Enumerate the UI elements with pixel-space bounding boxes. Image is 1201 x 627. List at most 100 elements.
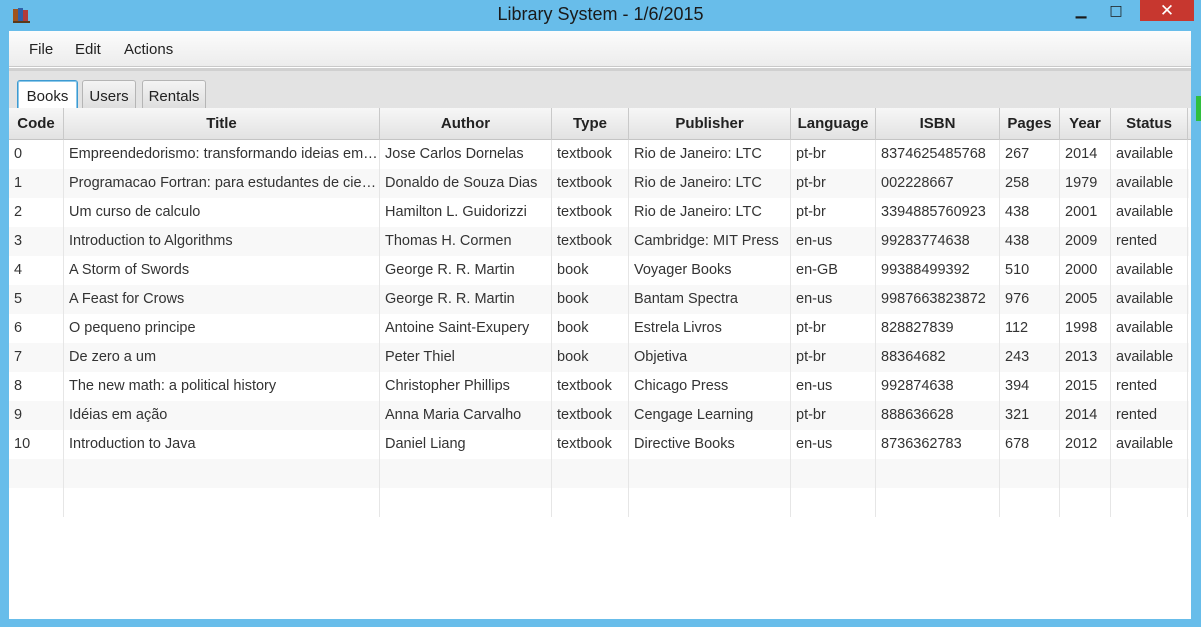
- table-row[interactable]: 1 Programacao Fortran: para estudantes de…: [9, 169, 1189, 198]
- cell-title: Um curso de calculo: [64, 198, 380, 227]
- empty-cell: [64, 459, 380, 488]
- column-header-author[interactable]: Author: [380, 108, 552, 140]
- cell-title: De zero a um: [64, 343, 380, 372]
- empty-row: [9, 459, 1189, 488]
- table-row[interactable]: 0 Empreendedorismo: transformando ideias …: [9, 140, 1189, 169]
- column-header-isbn[interactable]: ISBN: [876, 108, 1000, 140]
- cell-language: pt-br: [791, 343, 876, 372]
- cell-publisher: Cambridge: MIT Press: [629, 227, 791, 256]
- cell-status: available: [1111, 198, 1188, 227]
- empty-cell: [629, 488, 791, 517]
- cell-isbn: 9987663823872: [876, 285, 1000, 314]
- table-row[interactable]: 7 De zero a um Peter Thiel book Objetiva pt-b…: [9, 343, 1189, 372]
- cell-year: 2014: [1060, 140, 1111, 169]
- cell-language: en-us: [791, 430, 876, 459]
- cell-pages: 267: [1000, 140, 1060, 169]
- empty-cell: [876, 488, 1000, 517]
- cell-language: en-GB: [791, 256, 876, 285]
- tab-books[interactable]: Books: [17, 80, 78, 111]
- cell-language: pt-br: [791, 169, 876, 198]
- table-row[interactable]: 6O pequeno principe Antoine Saint-Exupery…: [9, 314, 1189, 343]
- cell-type: textbook: [552, 169, 629, 198]
- cell-year: 2012: [1060, 430, 1111, 459]
- table-row[interactable]: 4A Storm of Swords George R. R. Martin boo…: [9, 256, 1189, 285]
- empty-cell: [1111, 459, 1188, 488]
- cell-title: Programacao Fortran: para estudantes de …: [64, 169, 380, 198]
- cell-status: available: [1111, 343, 1188, 372]
- menu-actions[interactable]: Actions: [124, 41, 173, 58]
- cell-title: O pequeno principe: [64, 314, 380, 343]
- cell-status: available: [1111, 140, 1188, 169]
- cell-type: textbook: [552, 140, 629, 169]
- cell-status: rented: [1111, 401, 1188, 430]
- cell-year: 1979: [1060, 169, 1111, 198]
- cell-isbn: 3394885760923: [876, 198, 1000, 227]
- cell-isbn: 002228667: [876, 169, 1000, 198]
- cell-pages: 321: [1000, 401, 1060, 430]
- cell-publisher: Rio de Janeiro: LTC: [629, 140, 791, 169]
- maximize-button[interactable]: □: [1099, 0, 1133, 21]
- table-row[interactable]: 8 The new math: a political history Christ…: [9, 372, 1189, 401]
- empty-cell: [380, 488, 552, 517]
- cell-publisher: Rio de Janeiro: LTC: [629, 198, 791, 227]
- table-row[interactable]: 5A Feast for Crows George R. R. Martin boo…: [9, 285, 1189, 314]
- cell-year: 1998: [1060, 314, 1111, 343]
- table-row[interactable]: 9 Idéias em ação Anna Maria Carvalho textbo…: [9, 401, 1189, 430]
- close-button[interactable]: ✕: [1140, 0, 1194, 21]
- cell-author: Christopher Phillips: [380, 372, 552, 401]
- cell-type: textbook: [552, 372, 629, 401]
- cell-status: rented: [1111, 227, 1188, 256]
- cell-language: pt-br: [791, 198, 876, 227]
- cell-publisher: Objetiva: [629, 343, 791, 372]
- window-frame-bottom: [0, 619, 1201, 627]
- empty-cell: [1000, 488, 1060, 517]
- menu-bar: File Edit Actions: [9, 31, 1191, 67]
- cell-type: textbook: [552, 401, 629, 430]
- cell-language: pt-br: [791, 314, 876, 343]
- cell-code: 2: [9, 198, 64, 227]
- cell-pages: 438: [1000, 198, 1060, 227]
- column-header-publisher[interactable]: Publisher: [629, 108, 791, 140]
- cell-language: pt-br: [791, 140, 876, 169]
- cell-isbn: 88364682: [876, 343, 1000, 372]
- column-header-status[interactable]: Status: [1111, 108, 1188, 140]
- cell-status: available: [1111, 314, 1188, 343]
- cell-pages: 976: [1000, 285, 1060, 314]
- cell-pages: 678: [1000, 430, 1060, 459]
- cell-code: 7: [9, 343, 64, 372]
- menu-edit[interactable]: Edit: [75, 41, 101, 58]
- cell-author: Peter Thiel: [380, 343, 552, 372]
- cell-isbn: 828827839: [876, 314, 1000, 343]
- books-table: Code Title Author Type Publisher Languag…: [9, 108, 1191, 619]
- column-header-code[interactable]: Code: [9, 108, 64, 140]
- empty-cell: [791, 459, 876, 488]
- cell-pages: 243: [1000, 343, 1060, 372]
- cell-publisher: Voyager Books: [629, 256, 791, 285]
- table-header: Code Title Author Type Publisher Languag…: [9, 108, 1191, 140]
- table-row[interactable]: 2 Um curso de calculo Hamilton L. Guidoriz…: [9, 198, 1189, 227]
- column-header-title[interactable]: Title: [64, 108, 380, 140]
- cell-pages: 258: [1000, 169, 1060, 198]
- empty-cell: [791, 488, 876, 517]
- table-row[interactable]: 10 Introduction to Java Daniel Liang textbo…: [9, 430, 1189, 459]
- cell-isbn: 8374625485768: [876, 140, 1000, 169]
- tab-users[interactable]: Users: [82, 80, 136, 111]
- cell-language: pt-br: [791, 401, 876, 430]
- table-row[interactable]: 3 Introduction to Algorithms Thomas H. Cor…: [9, 227, 1189, 256]
- cell-pages: 510: [1000, 256, 1060, 285]
- cell-code: 0: [9, 140, 64, 169]
- tab-rentals[interactable]: Rentals: [142, 80, 206, 111]
- cell-publisher: Bantam Spectra: [629, 285, 791, 314]
- column-header-type[interactable]: Type: [552, 108, 629, 140]
- cell-code: 3: [9, 227, 64, 256]
- menu-file[interactable]: File: [29, 41, 53, 58]
- cell-isbn: 99388499392: [876, 256, 1000, 285]
- minimize-button[interactable]: ▁: [1063, 0, 1099, 21]
- column-header-pages[interactable]: Pages: [1000, 108, 1060, 140]
- cell-status: rented: [1111, 372, 1188, 401]
- empty-cell: [64, 488, 380, 517]
- empty-cell: [1060, 488, 1111, 517]
- cell-code: 5: [9, 285, 64, 314]
- column-header-year[interactable]: Year: [1060, 108, 1111, 140]
- column-header-language[interactable]: Language: [791, 108, 876, 140]
